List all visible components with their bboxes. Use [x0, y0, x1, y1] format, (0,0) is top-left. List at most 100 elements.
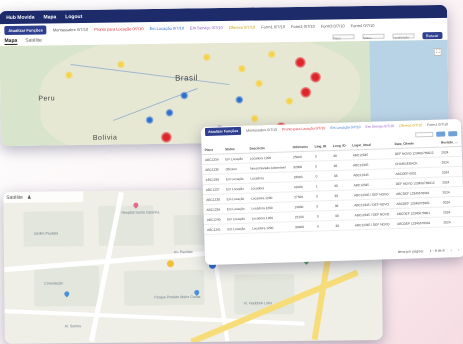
table-cell: 38 [331, 179, 351, 191]
vehicle-marker[interactable] [160, 131, 172, 143]
table-cell: Em Locação [224, 223, 250, 234]
vehicle-marker[interactable] [165, 108, 174, 117]
filter-chip[interactable]: Form1 0/7/10 [427, 122, 448, 127]
filter-chip[interactable]: Em Serviço 0/7/10 [190, 25, 223, 30]
table-cell: ABC1234 [201, 153, 223, 165]
table-body: ABC1234 Em Locação Locadora 1200 25000 0 38 AB… [201, 146, 463, 235]
table-cell: 38 [331, 209, 352, 221]
place-label: R. Haddock Lobo [244, 301, 273, 306]
place-label: Parque Prefeito Mário Covas [154, 294, 201, 300]
update-filters-button[interactable]: Atualizar Funções [204, 126, 242, 136]
table-cell: ABC1237 [202, 183, 224, 195]
label-bolivia: Bolívia [92, 134, 118, 142]
vehicle-marker[interactable] [255, 79, 264, 88]
filter-chip[interactable]: Form3 0/7/10 [321, 23, 345, 28]
table-cell: 1 [312, 180, 332, 192]
vehicle-marker[interactable] [145, 115, 154, 125]
vehicle-marker[interactable] [202, 53, 211, 62]
filter-chip[interactable]: Pronto para Locação 0/7/10 [94, 26, 143, 32]
filter-chip[interactable]: Em Locação 0/7/10 [150, 25, 185, 30]
table-cell: ABCDEF 12345678901 [393, 217, 441, 229]
filter-chip[interactable]: Montassabre 0/7/10 [53, 26, 88, 31]
table-cell: 0 [313, 190, 332, 202]
vehicle-marker[interactable] [250, 114, 259, 123]
place-label: Hospital Santa Catarina [121, 210, 160, 215]
table-cell: 0 [311, 150, 331, 162]
prev-page-icon[interactable]: ‹ [450, 248, 451, 252]
vehicle-marker[interactable] [294, 56, 306, 69]
filter-chip[interactable]: Form2 0/7/10 [291, 23, 315, 28]
table-cell: Locadora 1200 [248, 221, 293, 234]
search-button[interactable]: Buscar [421, 31, 443, 39]
table-cell: 0 [312, 160, 331, 172]
city-block [23, 211, 84, 247]
label-peru: Peru [38, 95, 56, 103]
filter-chip[interactable]: Pronto para Locação 0/7/10 [282, 126, 325, 131]
vehicle-marker[interactable] [300, 86, 312, 98]
vehicle-marker[interactable] [166, 260, 175, 268]
vehicle-marker[interactable] [237, 64, 246, 73]
table-cell: 2024 [440, 216, 463, 228]
vehicle-marker[interactable] [309, 71, 322, 83]
vehicle-marker[interactable] [116, 60, 125, 69]
vehicle-marker[interactable] [267, 50, 276, 59]
city-block [124, 269, 205, 306]
place-label: Jardim Paulista [33, 231, 59, 236]
location-select[interactable]: Localização [391, 32, 415, 39]
plate-select[interactable]: Placa [331, 33, 355, 40]
vehicle-marker[interactable] [285, 97, 294, 106]
nav-item-logout[interactable]: Logout [65, 13, 82, 19]
table-cell: 30400 [291, 221, 315, 232]
table-cell: 38 [330, 169, 351, 181]
refresh-button[interactable] [448, 131, 458, 137]
vehicle-table: Placa Status Descrição Odômetro Ling_ID … [201, 137, 463, 235]
filter-chip[interactable]: Oferece 0/7/10 [229, 24, 256, 29]
search-input[interactable] [415, 131, 434, 138]
map-type-bar: Satélite ♟ [3, 191, 84, 203]
status-select[interactable]: Status [361, 33, 385, 40]
table-cell: 38 [331, 189, 352, 201]
nav-item-mapa[interactable]: Mapa [43, 14, 56, 20]
pegman-icon[interactable]: ♟ [27, 194, 32, 200]
label-brasil: Brasil [174, 73, 199, 83]
table-cell: ABC1236 [202, 173, 224, 185]
filter-chip[interactable]: Em Locação 0/7/10 [330, 125, 360, 130]
table-cell: ABC1238 [203, 193, 224, 205]
table-cell: 38 [332, 219, 353, 231]
table-cell: ABC1240 [203, 213, 225, 225]
filter-chip[interactable]: Montassabre 0/7/10 [246, 128, 277, 133]
tab-satellite[interactable]: Satélite [25, 38, 42, 44]
table-cell: ABC12345 / DEF NOVO [351, 218, 395, 230]
tab-map[interactable]: Mapa [4, 37, 18, 45]
table-app-window: Atualizar Funções Montassabre 0/7/10 Pro… [200, 118, 463, 266]
table-cell: ABC1239 [203, 203, 224, 215]
next-page-icon[interactable]: › [458, 248, 459, 252]
table-cell: ABC1241 [203, 223, 225, 235]
filter-chip[interactable]: Oferece 0/7/10 [399, 123, 422, 128]
place-label: Al. Santos [64, 324, 82, 329]
place-label: Av. Paulista [173, 250, 193, 255]
table-footer: Itens por página: 1 - 8 de 8 ‹ › [209, 248, 459, 260]
tab-satellite[interactable]: Satélite [6, 194, 23, 200]
table-cell: 38 [331, 199, 352, 211]
export-button[interactable] [436, 131, 446, 137]
filter-chip[interactable]: Form4 0/7/10 [351, 22, 375, 27]
table-cell: 0 [313, 220, 333, 232]
table-cell: ABC1235 [202, 163, 223, 175]
app-title: Hub Movida [6, 14, 35, 21]
city-block [33, 265, 100, 307]
vehicle-marker[interactable] [64, 71, 74, 80]
filter-chip[interactable]: Form1 0/7/10 [261, 24, 285, 29]
table-cell: 38 [330, 149, 350, 161]
rows-per-page-label: Itens por página: [397, 249, 424, 254]
place-label: Consolação [44, 281, 64, 286]
fullscreen-icon[interactable]: ⛶ [433, 47, 442, 57]
page-range: 1 - 8 de 8 [429, 248, 445, 253]
table-cell: 0 [312, 170, 332, 182]
filter-chip[interactable]: Em Serviço 0/7/10 [365, 124, 394, 129]
vehicle-marker[interactable] [235, 95, 244, 104]
table-cell: 38 [330, 159, 351, 171]
update-filters-button[interactable]: Atualizar Funções [4, 24, 47, 35]
vehicle-marker[interactable] [180, 91, 189, 100]
